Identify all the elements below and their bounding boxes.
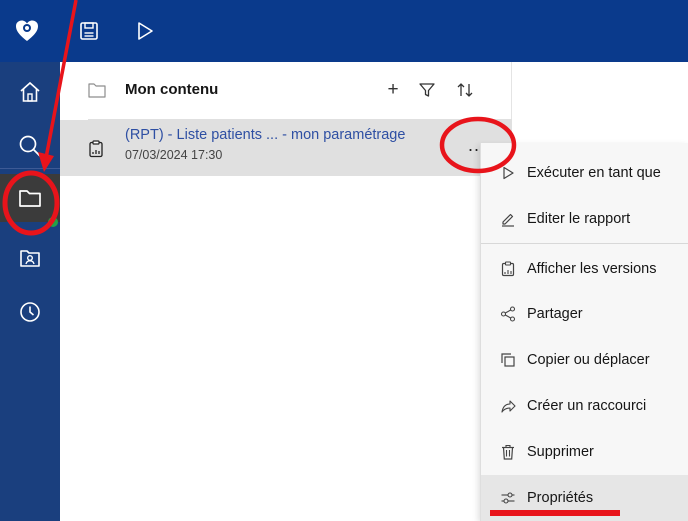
menu-item-copy-move[interactable]: Copier ou déplacer [481, 337, 688, 383]
add-button[interactable]: + [382, 79, 404, 101]
navigation-rail [0, 62, 60, 521]
rail-item-home[interactable] [0, 68, 60, 116]
menu-item-edit-report[interactable]: Editer le rapport [481, 196, 688, 242]
menu-item-label: Propriétés [527, 490, 594, 506]
play-outline-icon [499, 164, 517, 182]
panel-header: Mon contenu + [60, 62, 512, 120]
menu-item-show-versions[interactable]: Afficher les versions [481, 246, 688, 292]
menu-item-label: Afficher les versions [527, 261, 657, 277]
properties-icon [499, 489, 517, 507]
rail-item-my-content[interactable] [0, 174, 60, 222]
panel-title: Mon contenu [125, 81, 219, 98]
edit-icon [499, 210, 517, 228]
menu-item-label: Copier ou déplacer [527, 352, 650, 368]
play-icon [138, 22, 153, 40]
search-icon [19, 135, 41, 157]
copy-icon [499, 351, 517, 369]
menu-item-delete[interactable]: Supprimer [481, 429, 688, 475]
menu-divider [481, 243, 688, 244]
content-panel: Mon contenu + (RPT) - Liste patients ...… [60, 62, 512, 521]
clock-icon [20, 302, 40, 322]
rail-item-recent[interactable] [0, 288, 60, 336]
context-menu: Exécuter en tant que Editer le rapport A… [480, 143, 688, 521]
versions-icon [499, 260, 517, 278]
rail-item-search[interactable] [0, 122, 60, 170]
run-button[interactable] [132, 18, 158, 44]
item-name-link[interactable]: (RPT) - Liste patients ... - mon paramét… [125, 127, 405, 143]
report-icon [88, 140, 104, 163]
save-button[interactable] [76, 18, 102, 44]
list-item[interactable]: (RPT) - Liste patients ... - mon paramét… [60, 120, 512, 176]
folder-icon [88, 82, 106, 103]
trash-icon [499, 443, 517, 461]
save-icon [80, 22, 98, 40]
filter-icon [419, 83, 435, 97]
item-date: 07/03/2024 17:30 [125, 148, 223, 162]
menu-item-run-as[interactable]: Exécuter en tant que [481, 150, 688, 196]
heart-logo-icon[interactable] [14, 18, 40, 44]
folder-icon [19, 190, 41, 207]
top-toolbar [0, 0, 688, 62]
menu-item-create-shortcut[interactable]: Créer un raccourci [481, 383, 688, 429]
menu-item-label: Editer le rapport [527, 211, 631, 227]
home-icon [20, 81, 40, 102]
status-dot [48, 217, 58, 227]
menu-item-label: Partager [527, 306, 583, 322]
menu-item-label: Créer un raccourci [527, 398, 647, 414]
menu-item-label: Exécuter en tant que [527, 165, 661, 181]
share-icon [499, 305, 517, 323]
sort-icon [457, 83, 473, 97]
filter-button[interactable] [416, 79, 438, 101]
rail-item-team-content[interactable] [0, 234, 60, 282]
sort-button[interactable] [454, 79, 476, 101]
menu-item-share[interactable]: Partager [481, 291, 688, 337]
app-window: Mon contenu + (RPT) - Liste patients ...… [0, 0, 688, 521]
menu-item-properties[interactable]: Propriétés [481, 475, 688, 521]
menu-item-label: Supprimer [527, 444, 594, 460]
team-folder-icon [20, 250, 40, 267]
shortcut-icon [499, 397, 517, 415]
